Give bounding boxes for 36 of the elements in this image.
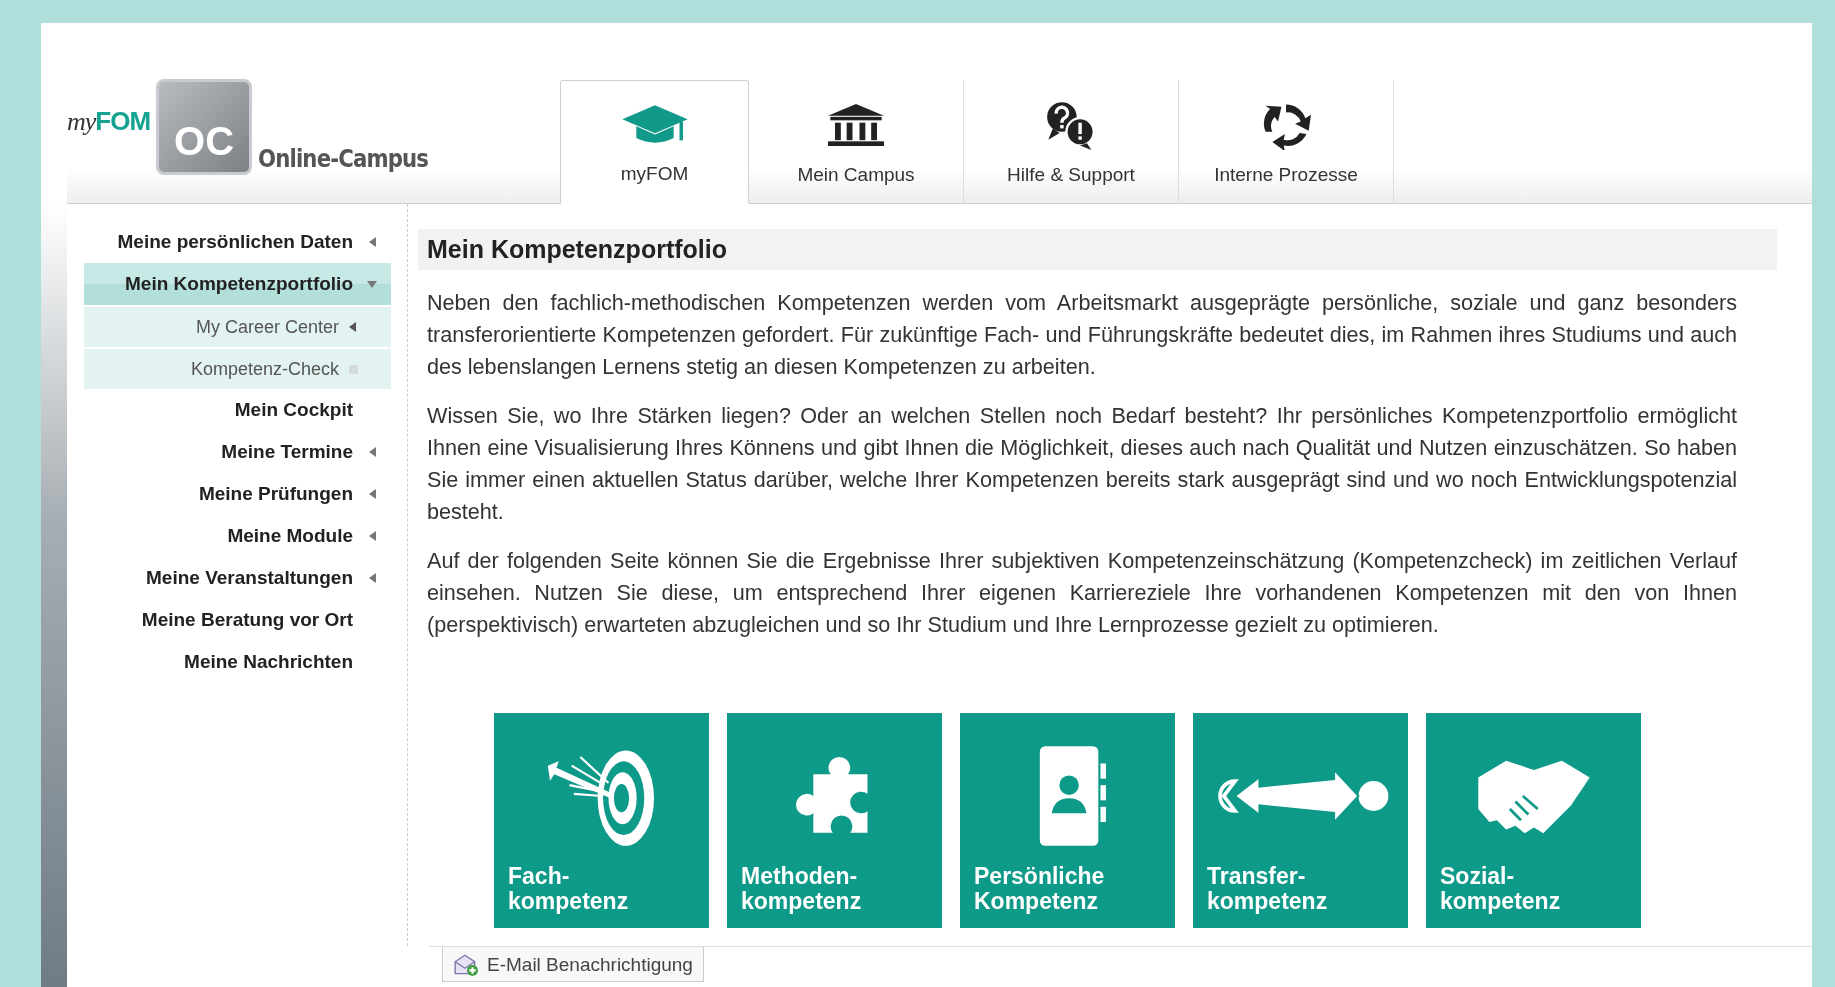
nav-tab[interactable]: myFOM [560,80,749,204]
competence-tile[interactable]: Methoden- kompetenz [727,713,942,928]
caret-left-icon [349,322,356,332]
envelope-plus-icon [453,953,479,977]
caret-left-icon [368,531,376,541]
paragraph: Neben den fachlich-methodischen Kompetenzen werden vom Arbeitsmarkt ausgeprägte persönliche, soziale und ganz besonders transferorientierte Kompetenzen gefordert. Für zukünftige Fach- und Führungskräfte bedeutet dies, im Rahmen ihres Studiums und auch des lebenslangen Lernens stetig an diesen Kompetenzen zu arbeiten. [427,289,1737,381]
logo-subtitle: Online-Campus [258,144,429,173]
email-notification-tab[interactable]: E-Mail Benachrichtigung [442,947,704,982]
sidebar-item[interactable]: Mein Cockpit [84,389,391,431]
sidebar-item[interactable]: Meine persönlichen Daten [84,221,391,263]
caret-left-icon [368,489,376,499]
caret-left-icon [368,447,376,457]
oc-logo: OC [156,79,253,175]
brand-logo: myFOM [67,106,151,137]
sidebar-item[interactable]: Mein Kompetenzportfolio [84,263,391,305]
nav-tab[interactable]: Hilfe & Support [964,80,1179,204]
sidebar-subitem[interactable]: Kompetenz-Check [84,349,391,389]
caret-left-icon [368,573,376,583]
paragraph: Wissen Sie, wo Ihre Stärken liegen? Oder an welchen Stellen noch Bedarf besteht? Ihr persönliches Kompetenzportfolio ermöglicht Ihnen eine Visualisierung Ihres Könnens und gibt Ihnen die Möglichkeit, dieses auch nach Qualität und Nutzen einzuschätzen. So haben Sie immer einen aktuellen Status darüber, welche Ihrer Kompetenzen bereits stark ausgeprägt sind und wo noch Entwicklungspotenzial besteht. [427,402,1737,526]
sidebar-item[interactable]: Meine Nachrichten [84,641,391,683]
sidebar-item[interactable]: Meine Termine [84,431,391,473]
sidebar-item[interactable]: Meine Prüfungen [84,473,391,515]
nav-tab[interactable]: Interne Prozesse [1179,80,1394,204]
sidebar-item[interactable]: Meine Veranstaltungen [84,557,391,599]
competence-tile[interactable]: Persönliche Kompetenz [960,713,1175,928]
sidebar-item[interactable]: Meine Module [84,515,391,557]
sidebar-subitem[interactable]: My Career Center [84,307,391,347]
competence-tile[interactable]: Sozial- kompetenz [1426,713,1641,928]
competence-tile[interactable]: Fach- kompetenz [494,713,709,928]
caret-down-icon [367,280,377,288]
paragraph: Auf der folgenden Seite können Sie die Ergebnisse Ihrer subjektiven Kompetenzeinschätzung (Kompetenzcheck) im zeitlichen Verlauf einsehen. Nutzen Sie diese, um entsprechend Ihrer eigenen Karriereziele Ihre vorhandenen Kompetenzen mit den von Ihnen (perspektivisch) erwarteten abzugleichen und so Ihr Studium und Ihre Lernprozesse gezielt zu optimieren. [427,547,1737,639]
competence-tile[interactable]: Transfer- kompetenz [1193,713,1408,928]
nav-tab[interactable]: Mein Campus [749,80,964,204]
page-title: Mein Kompetenzportfolio [418,229,1777,270]
caret-left-icon [368,237,376,247]
sidebar-item[interactable]: Meine Beratung vor Ort [84,599,391,641]
